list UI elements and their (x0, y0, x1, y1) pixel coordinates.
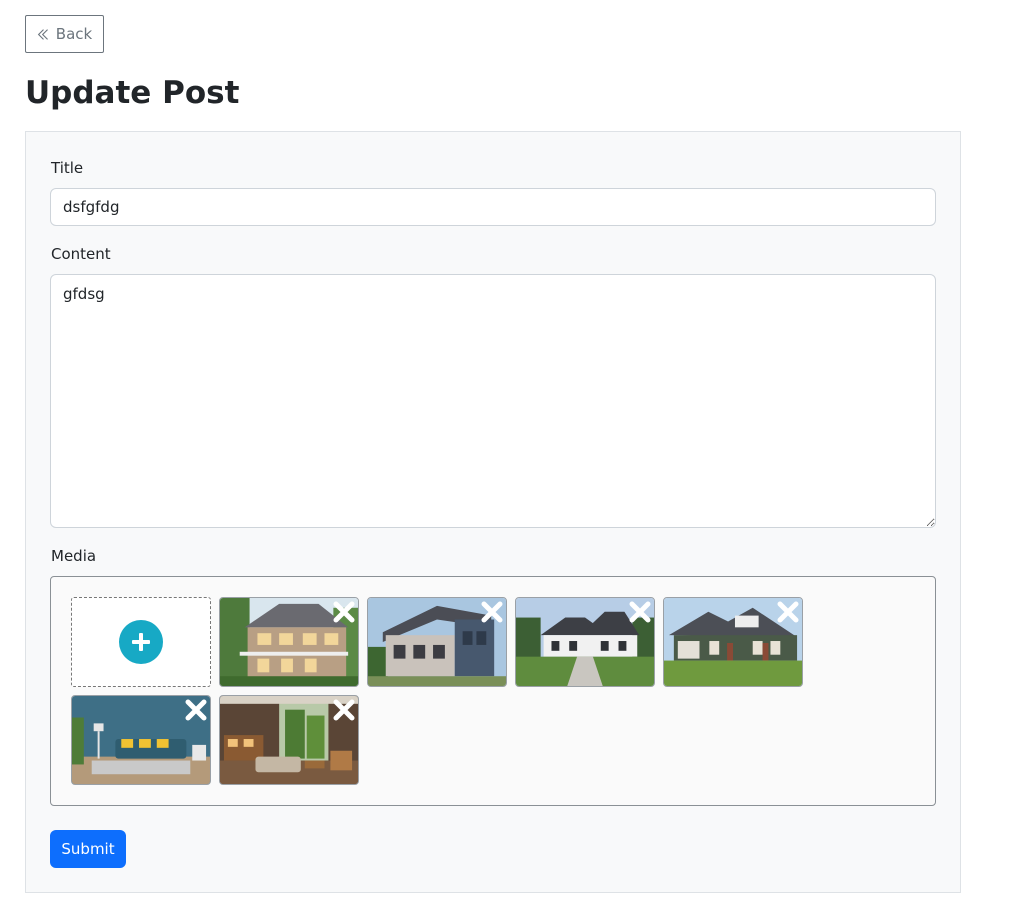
back-button[interactable]: Back (25, 15, 104, 53)
close-icon[interactable] (332, 600, 356, 624)
close-icon[interactable] (184, 698, 208, 722)
back-label: Back (55, 25, 93, 43)
content-label: Content (51, 245, 111, 263)
title-label: Title (51, 159, 84, 177)
media-thumbnail (515, 597, 655, 687)
plus-circle-icon (119, 620, 163, 664)
close-icon[interactable] (776, 600, 800, 624)
submit-button[interactable]: Submit (50, 830, 126, 868)
post-form-card: Title Content gfdsg Media (25, 131, 961, 893)
double-chevron-left-icon (37, 28, 48, 40)
media-thumbnail (219, 597, 359, 687)
close-icon[interactable] (480, 600, 504, 624)
add-media-button[interactable] (71, 597, 211, 687)
media-thumbnail (663, 597, 803, 687)
close-icon[interactable] (628, 600, 652, 624)
media-thumbnail (71, 695, 211, 785)
media-thumbnail (219, 695, 359, 785)
title-input[interactable] (50, 188, 936, 226)
update-post-page: Back Update Post Title Content gfdsg Med… (0, 0, 1031, 908)
media-thumbnail (367, 597, 507, 687)
close-icon[interactable] (332, 698, 356, 722)
content-textarea[interactable]: gfdsg (50, 274, 936, 528)
media-gallery (50, 576, 936, 806)
media-label: Media (51, 547, 97, 565)
page-title: Update Post (25, 75, 240, 111)
